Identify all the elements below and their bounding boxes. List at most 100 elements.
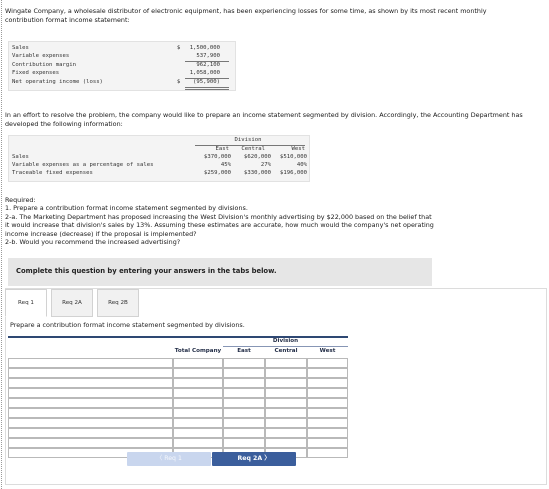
row-value: 962,100 (196, 62, 220, 68)
statement-row-net-operating-income: Net operating income (loss) $ (95,900) (9, 79, 235, 87)
amount-input[interactable] (307, 378, 348, 388)
statement-row-contribution-margin: Contribution margin 962,100 (9, 62, 235, 70)
amount-input[interactable] (265, 388, 307, 398)
column-header-total-company: Total Company (174, 348, 222, 354)
amount-input[interactable] (307, 398, 348, 408)
row-label-input[interactable] (8, 388, 173, 398)
column-header-central: Central (274, 348, 298, 354)
amount-input[interactable] (265, 358, 307, 368)
amount-input[interactable] (223, 358, 265, 368)
statement-row-variable-expenses: Variable expenses 537,900 (9, 53, 235, 61)
amount-input[interactable] (173, 388, 223, 398)
tab-req-2b[interactable]: Req 2B (97, 289, 139, 317)
amount-input[interactable] (223, 398, 265, 408)
amount-input[interactable] (307, 388, 348, 398)
row-label-variable-pct: Variable expenses as a percentage of sal… (12, 162, 154, 168)
value-east-sales: $370,000 (204, 154, 231, 160)
table-row (8, 418, 348, 428)
division-group-header: Division (272, 338, 299, 344)
required-item-2a-cont: it would increase that division's sales … (5, 221, 434, 230)
table-row (8, 388, 348, 398)
amount-input[interactable] (173, 398, 223, 408)
value-central-sales: $620,000 (244, 154, 271, 160)
amount-input[interactable] (173, 428, 223, 438)
page-left-border (1, 0, 2, 489)
amount-input[interactable] (265, 418, 307, 428)
table-row (8, 368, 348, 378)
amount-input[interactable] (265, 368, 307, 378)
row-label: Net operating income (loss) (12, 79, 103, 85)
amount-input[interactable] (223, 388, 265, 398)
table-row (8, 378, 348, 388)
row-label-input[interactable] (8, 408, 173, 418)
amount-input[interactable] (223, 428, 265, 438)
double-rule-line (185, 89, 229, 90)
row-label-input[interactable] (8, 398, 173, 408)
row-currency: $ (177, 45, 181, 51)
value-west-traceable-fixed: $196,000 (280, 170, 307, 176)
amount-input[interactable] (173, 418, 223, 428)
row-label-input[interactable] (8, 368, 173, 378)
amount-input[interactable] (173, 438, 223, 448)
required-section: Required: 1. Prepare a contribution form… (5, 196, 535, 246)
row-label: Fixed expenses (12, 70, 60, 76)
row-label-input[interactable] (8, 418, 173, 428)
double-rule-line (185, 87, 229, 88)
column-header-west: West (291, 146, 305, 152)
value-central-traceable-fixed: $330,000 (244, 170, 271, 176)
division-group-header: Division (234, 137, 262, 143)
statement-row-fixed-expenses: Fixed expenses 1,058,000 (9, 70, 235, 78)
table-row (8, 358, 348, 368)
amount-input[interactable] (307, 368, 348, 378)
amount-input[interactable] (307, 408, 348, 418)
amount-input[interactable] (223, 378, 265, 388)
table-row (8, 428, 348, 438)
amount-input[interactable] (265, 408, 307, 418)
row-label-sales: Sales (12, 154, 29, 160)
amount-input[interactable] (307, 358, 348, 368)
amount-input[interactable] (223, 418, 265, 428)
value-east-traceable-fixed: $259,000 (204, 170, 231, 176)
column-header-west: West (319, 348, 336, 354)
amount-input[interactable] (173, 408, 223, 418)
amount-input[interactable] (173, 378, 223, 388)
amount-input[interactable] (223, 438, 265, 448)
amount-input[interactable] (223, 368, 265, 378)
amount-input[interactable] (173, 368, 223, 378)
amount-input[interactable] (265, 438, 307, 448)
amount-input[interactable] (265, 378, 307, 388)
amount-input[interactable] (307, 438, 348, 448)
row-label: Contribution margin (12, 62, 76, 68)
row-value: (95,900) (193, 79, 220, 85)
tab-req-1[interactable]: Req 1 (5, 289, 47, 317)
row-value: 1,058,000 (189, 70, 220, 76)
amount-input[interactable] (307, 418, 348, 428)
amount-input[interactable] (173, 358, 223, 368)
value-east-variable-pct: 45% (220, 162, 231, 168)
prev-button[interactable]: 〈 Req 1 (127, 452, 211, 466)
column-header-central: Central (241, 146, 265, 152)
value-central-variable-pct: 27% (260, 162, 271, 168)
row-value: 1,500,000 (189, 45, 220, 51)
tab-prompt: Prepare a contribution format income sta… (10, 321, 245, 329)
tab-req-2a[interactable]: Req 2A (51, 289, 93, 317)
amount-input[interactable] (307, 448, 348, 458)
amount-input[interactable] (223, 408, 265, 418)
next-button[interactable]: Req 2A 〉 (212, 452, 296, 466)
row-label-input[interactable] (8, 358, 173, 368)
row-label-input[interactable] (8, 378, 173, 388)
instruction-banner: Complete this question by entering your … (8, 258, 432, 286)
amount-input[interactable] (265, 428, 307, 438)
required-item-1: 1. Prepare a contribution format income … (5, 204, 248, 213)
required-item-2b: 2-b. Would you recommend the increased a… (5, 238, 181, 247)
division-information-table: Division East Central West Sales $370,00… (8, 135, 310, 182)
row-label-input[interactable] (8, 428, 173, 438)
amount-input[interactable] (307, 428, 348, 438)
column-header-east: East (215, 146, 229, 152)
row-currency: $ (177, 79, 181, 85)
required-heading: Required: (5, 196, 36, 204)
amount-input[interactable] (265, 398, 307, 408)
required-item-2a: 2-a. The Marketing Department has propos… (5, 212, 432, 221)
instruction-text: Complete this question by entering your … (16, 267, 277, 275)
row-label-input[interactable] (8, 438, 173, 448)
